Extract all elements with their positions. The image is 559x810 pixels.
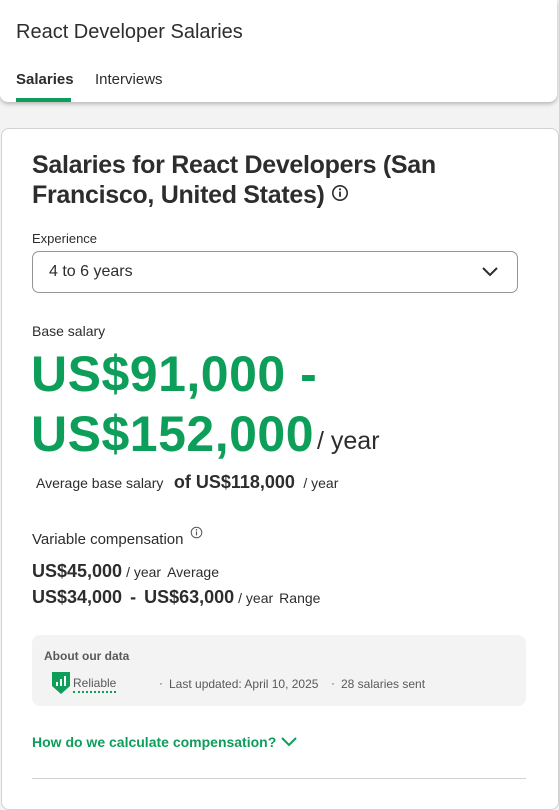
separator-dot: · [159, 676, 163, 690]
experience-select[interactable]: 4 to 6 years [32, 251, 518, 293]
average-base-salary: Average base salary of US$118,000 / year [36, 472, 338, 493]
experience-label: Experience [32, 231, 98, 246]
variable-average-row: US$45,000/ year Average [32, 561, 219, 582]
average-base-salary-label: Average base salary [36, 475, 164, 491]
about-our-data-title: About our data [44, 649, 130, 663]
variable-average-tag: Average [167, 564, 219, 580]
page-title-text: Salaries for React Developers (San Franc… [32, 151, 436, 209]
salaries-sent: 28 salaries sent [341, 677, 426, 691]
divider [32, 778, 526, 779]
separator-dot: · [331, 676, 335, 690]
variable-range-high: US$63,000 [144, 587, 235, 607]
base-salary-range-low: US$91,000 - [31, 346, 318, 402]
variable-compensation-label: Variable compensation [32, 531, 184, 548]
variable-range-per: / year [238, 590, 274, 606]
about-our-data: About our data Reliable · Last updated: … [32, 635, 526, 706]
info-icon[interactable] [190, 526, 203, 544]
base-salary-label: Base salary [32, 323, 106, 339]
variable-range-dash: - [130, 587, 137, 607]
average-base-salary-value: of US$118,000 [173, 472, 295, 492]
variable-average-per: / year [126, 564, 162, 580]
page-title: Salaries for React Developers (San Franc… [32, 150, 502, 210]
info-icon[interactable] [331, 179, 349, 209]
header-card: React Developer Salaries Salaries Interv… [0, 0, 557, 102]
chevron-down-icon [280, 734, 298, 750]
base-salary-per-year: / year [317, 427, 380, 455]
reliability-badge[interactable]: Reliable [73, 676, 117, 693]
active-tab-indicator [16, 98, 71, 102]
tab-salaries[interactable]: Salaries [16, 71, 74, 88]
variable-average-amount: US$45,000 [32, 561, 123, 581]
variable-range-low: US$34,000 [32, 587, 123, 607]
last-updated: Last updated: April 10, 2025 [169, 677, 319, 691]
variable-range-tag: Range [279, 590, 321, 606]
chevron-down-icon [481, 265, 499, 284]
variable-range-row: US$34,000- US$63,000/ year Range [32, 587, 320, 608]
tab-interviews[interactable]: Interviews [95, 71, 163, 88]
average-base-salary-per: / year [303, 475, 339, 491]
experience-select-value: 4 to 6 years [49, 263, 133, 280]
how-we-calculate-label: How do we calculate compensation? [32, 734, 277, 750]
base-salary-range-high: US$152,000 [31, 406, 315, 462]
how-we-calculate-link[interactable]: How do we calculate compensation? [32, 734, 298, 750]
shield-bars-icon [52, 672, 70, 699]
page-header-title: React Developer Salaries [16, 21, 243, 43]
